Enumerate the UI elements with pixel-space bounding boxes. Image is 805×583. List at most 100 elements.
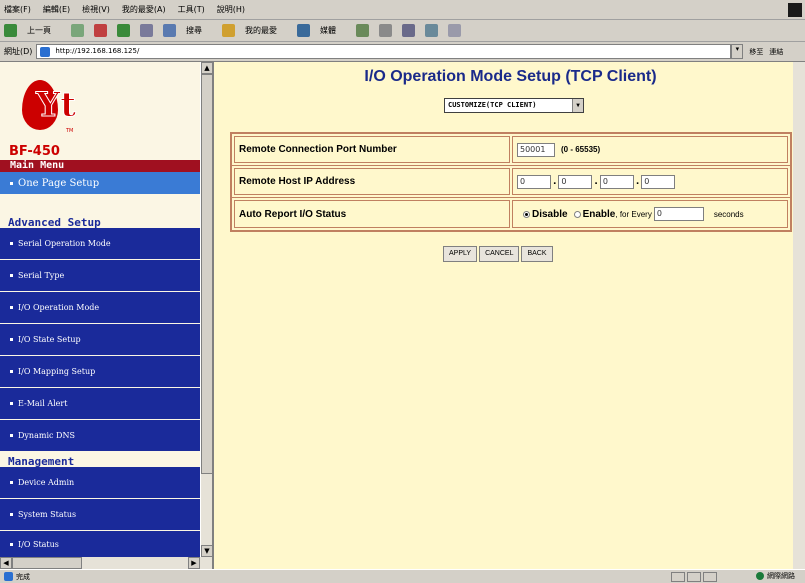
bullet-icon <box>10 338 13 341</box>
sidebar-item-label: I/O State Setup <box>18 335 81 344</box>
status-text: 完成 <box>16 572 30 581</box>
table-row: Remote Host IP Address 0 . 0 . 0 . 0 <box>232 166 790 198</box>
device-model: BF-450 <box>9 144 60 159</box>
sidebar-item-email-alert[interactable]: E-Mail Alert <box>0 388 200 419</box>
sidebar-item-label: I/O Operation Mode <box>18 303 100 312</box>
stop-icon[interactable] <box>94 24 107 37</box>
sidebar-item-dynamic-dns[interactable]: Dynamic DNS <box>0 420 200 451</box>
scroll-left-icon[interactable]: ◀ <box>0 557 12 569</box>
sidebar-item-label: Serial Type <box>18 271 65 280</box>
sidebar-item-label: Device Admin <box>18 478 75 487</box>
ip-label: Remote Host IP Address <box>234 168 510 195</box>
status-panel <box>703 572 717 582</box>
sidebar-item-label: I/O Mapping Setup <box>18 367 96 376</box>
disable-radio-label: Disable <box>532 208 568 220</box>
bullet-icon <box>10 242 13 245</box>
bullet-icon <box>10 370 13 373</box>
sidebar-item-serial-operation-mode[interactable]: Serial Operation Mode <box>0 228 200 259</box>
bullet-icon <box>10 542 13 546</box>
interval-input[interactable]: 0 <box>653 207 704 221</box>
menu-tools[interactable]: 工具(T) <box>178 4 205 15</box>
menu-help[interactable]: 說明(H) <box>217 4 245 15</box>
security-zone: 網際網路 <box>756 571 795 581</box>
mail-icon[interactable] <box>379 24 392 37</box>
globe-icon <box>756 572 764 580</box>
apply-button[interactable]: APPLY <box>443 246 478 262</box>
address-url: http://192.168.168.125/ <box>55 47 140 55</box>
sidebar-item-io-status[interactable]: I/O Status <box>0 531 200 557</box>
logo-text: Yt <box>36 85 77 125</box>
refresh-icon[interactable] <box>117 24 130 37</box>
star-icon <box>222 24 235 37</box>
ip-octet-3-input[interactable]: 0 <box>599 174 634 189</box>
back-button[interactable]: 上一頁 <box>4 24 61 37</box>
sidebar-item-device-admin[interactable]: Device Admin <box>0 467 200 498</box>
port-cell: 50001 (0 - 65535) <box>512 136 788 163</box>
sidebar-item-label: Serial Operation Mode <box>18 239 111 248</box>
disable-radio[interactable] <box>523 210 530 218</box>
menu-file[interactable]: 檔案(F) <box>4 4 31 15</box>
page-done-icon <box>4 572 13 581</box>
forward-icon[interactable] <box>71 24 84 37</box>
sidebar-frame: Yt TM BF-450 Main Menu One Page Setup Ad… <box>0 62 212 569</box>
enable-radio[interactable] <box>573 210 581 218</box>
port-input[interactable]: 50001 <box>517 142 555 157</box>
sidebar-item-io-state-setup[interactable]: I/O State Setup <box>0 324 200 355</box>
bullet-icon <box>10 306 13 309</box>
settings-table: Remote Connection Port Number 50001 (0 -… <box>230 132 792 232</box>
cancel-button[interactable]: CANCEL <box>479 246 520 262</box>
menu-favorites[interactable]: 我的最愛(A) <box>122 4 166 15</box>
favorites-button[interactable]: 我的最愛 <box>222 24 287 37</box>
chevron-down-icon: ▼ <box>572 99 583 112</box>
discuss-icon[interactable] <box>448 24 461 37</box>
address-label: 網址(D) <box>4 47 33 56</box>
browser-menubar: 檔案(F) 編輯(E) 檢視(V) 我的最愛(A) 工具(T) 說明(H) <box>0 0 805 20</box>
content-vertical-scrollbar[interactable] <box>793 62 805 569</box>
sidebar-item-label: One Page Setup <box>18 177 100 189</box>
browser-statusbar: 完成 網際網路 <box>0 569 805 583</box>
action-buttons: APPLY CANCEL BACK <box>443 246 555 262</box>
sidebar-horizontal-scrollbar[interactable]: ◀ ▶ <box>0 557 212 569</box>
go-button[interactable]: 移至 <box>749 47 763 57</box>
sidebar-item-io-mapping-setup[interactable]: I/O Mapping Setup <box>0 356 200 387</box>
table-row: Remote Connection Port Number 50001 (0 -… <box>232 134 790 166</box>
ip-cell: 0 . 0 . 0 . 0 <box>512 168 788 195</box>
ip-octet-1-input[interactable]: 0 <box>517 174 551 189</box>
edit-icon[interactable] <box>425 24 438 37</box>
sidebar-item-serial-type[interactable]: Serial Type <box>0 260 200 291</box>
content-frame: I/O Operation Mode Setup (TCP Client) CU… <box>212 62 805 569</box>
links-button[interactable]: 連結 <box>769 47 783 57</box>
print-icon[interactable] <box>402 24 415 37</box>
bullet-icon <box>10 274 13 277</box>
ip-octet-4-input[interactable]: 0 <box>641 174 676 189</box>
menu-edit[interactable]: 編輯(E) <box>43 4 70 15</box>
sidebar-item-one-page-setup[interactable]: One Page Setup <box>0 172 200 194</box>
sidebar-item-io-operation-mode[interactable]: I/O Operation Mode <box>0 292 200 323</box>
auto-report-label: Auto Report I/O Status <box>234 200 510 228</box>
back-button[interactable]: BACK <box>521 246 553 262</box>
media-button[interactable]: 媒體 <box>297 24 346 37</box>
scroll-right-icon[interactable]: ▶ <box>188 557 200 569</box>
scrollbar-thumb[interactable] <box>12 557 82 569</box>
sidebar-vertical-scrollbar[interactable]: ▲ ▼ <box>200 62 213 557</box>
sidebar-item-label: Dynamic DNS <box>18 431 75 440</box>
media-icon <box>297 24 310 37</box>
ip-octet-2-input[interactable]: 0 <box>558 174 593 189</box>
sidebar-item-label: System Status <box>18 510 77 519</box>
bullet-icon <box>10 481 13 484</box>
enable-radio-label: Enable <box>582 208 616 220</box>
operation-mode-value: CUSTOMIZE(TCP CLIENT) <box>448 101 537 109</box>
status-panel <box>687 572 701 582</box>
operation-mode-select[interactable]: CUSTOMIZE(TCP CLIENT) ▼ <box>444 98 584 113</box>
sidebar-item-system-status[interactable]: System Status <box>0 499 200 530</box>
history-icon[interactable] <box>356 24 369 37</box>
search-button[interactable]: 搜尋 <box>163 24 212 37</box>
menu-view[interactable]: 檢視(V) <box>82 4 110 15</box>
home-icon[interactable] <box>140 24 153 37</box>
address-input[interactable]: http://192.168.168.125/ <box>36 44 732 59</box>
ie-page-icon <box>40 47 51 57</box>
status-panel <box>671 572 685 582</box>
address-dropdown-button[interactable]: ▾ <box>731 44 744 59</box>
bullet-icon <box>10 513 13 516</box>
auto-report-cell: Disable Enable , for Every 0 seconds <box>512 200 788 228</box>
